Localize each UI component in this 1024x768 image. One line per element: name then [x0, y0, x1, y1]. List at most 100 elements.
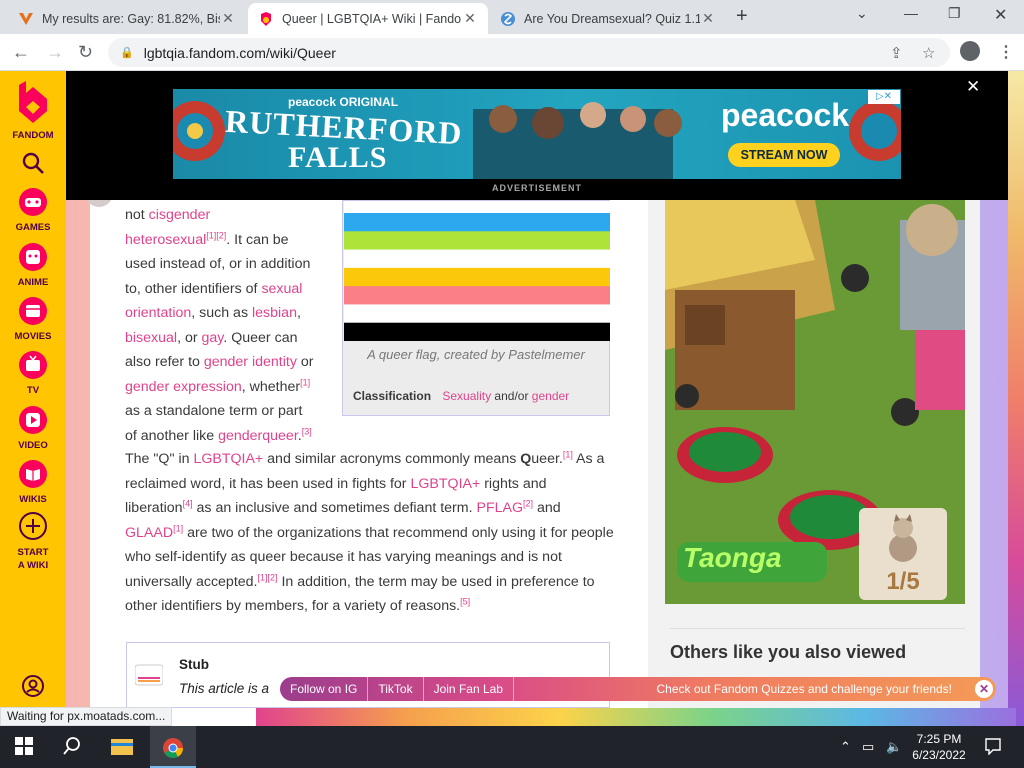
citation-link[interactable]: [1] — [563, 449, 573, 459]
nav-label: GAMES — [15, 222, 51, 233]
article-link[interactable]: genderqueer — [218, 428, 298, 444]
nav-anime[interactable]: ANIME — [0, 242, 66, 288]
close-icon[interactable]: ✕ — [975, 680, 993, 698]
nav-tv[interactable]: TV — [0, 350, 66, 396]
plus-circle-icon — [19, 512, 47, 540]
citation-link[interactable]: [5] — [460, 596, 470, 606]
peacock-ad-banner[interactable]: peacock ORIGINAL RUTHERFORD FALLS peacoc… — [173, 89, 901, 179]
join-fan-lab-link[interactable]: Join Fan Lab — [424, 677, 514, 701]
file-explorer-icon[interactable] — [111, 737, 133, 755]
stub-text: This article is a — [179, 681, 270, 696]
fandom-global-nav: FANDOM GAMES ANIME MOVIES TV VIDEO WIKIS — [0, 71, 66, 726]
reload-icon[interactable]: ↻ — [78, 42, 93, 63]
close-window-button[interactable]: ✕ — [994, 5, 1007, 25]
fandom-logo-text: FANDOM — [12, 130, 54, 141]
url-text: lgbtqia.fandom.com/wiki/Queer — [143, 44, 336, 61]
article-text: not — [125, 207, 149, 223]
notifications-icon[interactable] — [984, 737, 1002, 755]
follow-ig-link[interactable]: Follow on IG — [280, 677, 369, 701]
classification-conj: and/or — [494, 389, 529, 403]
adchoices-icon[interactable]: ▷✕ — [868, 90, 900, 104]
flag-stripe — [344, 231, 610, 251]
chrome-icon[interactable] — [162, 737, 184, 759]
article-link[interactable]: orientation — [125, 305, 191, 321]
tab-dreamsexual[interactable]: Are You Dreamsexual? Quiz 1.19/ ✕ — [490, 3, 726, 34]
citation-link[interactable]: [3] — [302, 426, 312, 436]
rainbow-edge — [1008, 71, 1024, 726]
citation-link[interactable]: [1] — [173, 523, 183, 533]
article-link[interactable]: PFLAG — [476, 500, 523, 516]
fandom-logo[interactable]: FANDOM — [0, 79, 66, 141]
browser-menu-icon[interactable]: ⋮ — [998, 42, 1014, 62]
tab-results[interactable]: My results are: Gay: 81.82%, Bise ✕ — [8, 3, 246, 34]
article-link[interactable]: gender expression — [125, 379, 242, 395]
clock-time: 7:25 PM — [916, 732, 962, 746]
nav-video[interactable]: VIDEO — [0, 405, 66, 451]
article-link[interactable]: lesbian — [252, 305, 297, 321]
volume-icon[interactable]: 🔈 — [886, 739, 902, 755]
profile-avatar[interactable] — [960, 41, 980, 61]
page-viewport: FANDOM GAMES ANIME MOVIES TV VIDEO WIKIS — [0, 71, 1024, 726]
tab-search-icon[interactable]: ⌄ — [856, 5, 868, 22]
user-account-button[interactable] — [0, 674, 66, 703]
close-ad-icon[interactable]: ✕ — [966, 77, 980, 97]
article-link[interactable]: gender identity — [204, 354, 297, 370]
game-advertisement[interactable]: Taonga 1/5 — [665, 200, 965, 604]
nav-start-a-wiki[interactable]: START A WIKI — [0, 511, 66, 572]
article-text: , or — [177, 329, 202, 346]
close-icon[interactable]: ✕ — [700, 10, 716, 27]
show-hidden-icons-icon[interactable]: ⌃ — [840, 739, 851, 755]
article-link[interactable]: sexual — [261, 281, 302, 297]
article-paragraph: The "Q" in LGBTQIA+ and similar acronyms… — [125, 447, 615, 619]
article-link[interactable]: LGBTQIA+ — [410, 476, 480, 492]
queer-flag-image — [344, 201, 610, 341]
url-field[interactable]: 🔒 lgbtqia.fandom.com/wiki/Queer — [108, 38, 950, 67]
tab-title: My results are: Gay: 81.82%, Bise — [42, 11, 220, 26]
article-link[interactable]: gay — [202, 330, 224, 346]
article-link[interactable]: LGBTQIA+ — [193, 451, 263, 467]
article-text: , — [296, 305, 301, 321]
ad-cta-button[interactable]: STREAM NOW — [728, 143, 840, 167]
game-counter: 1/5 — [859, 508, 947, 600]
flag-stripe — [344, 304, 610, 324]
promo-message[interactable]: Check out Fandom Quizzes and challenge y… — [657, 677, 953, 701]
article-link[interactable]: heterosexual — [125, 232, 206, 248]
citation-link[interactable]: [1] — [300, 377, 310, 387]
windows-start-icon[interactable] — [15, 737, 33, 755]
article-text: and similar acronyms commonly means — [263, 451, 521, 467]
sexuality-link[interactable]: Sexuality — [442, 389, 491, 403]
citation-link[interactable]: [1][2] — [206, 230, 226, 240]
lock-icon: 🔒 — [120, 47, 134, 59]
nav-label: TV — [26, 385, 40, 396]
nav-games[interactable]: GAMES — [0, 187, 66, 233]
share-icon[interactable]: ⇪ — [890, 44, 903, 62]
back-icon[interactable]: ← — [12, 42, 30, 63]
citation-link[interactable]: [2] — [523, 498, 533, 508]
fandom-logo-icon — [19, 81, 47, 123]
gender-link[interactable]: gender — [532, 389, 569, 403]
right-rail: Taonga 1/5 Others like you also viewed — [648, 200, 980, 726]
nav-movies[interactable]: MOVIES — [0, 296, 66, 342]
search-button[interactable] — [0, 151, 66, 180]
nav-wikis[interactable]: WIKIS — [0, 459, 66, 505]
article-link[interactable]: bisexual — [125, 330, 177, 346]
article-link[interactable]: GLAAD — [125, 525, 173, 541]
new-tab-button[interactable]: + — [736, 5, 748, 28]
search-icon[interactable] — [63, 737, 81, 755]
citation-link[interactable]: [4] — [183, 498, 193, 508]
bookmark-star-icon[interactable]: ☆ — [922, 44, 935, 62]
article-text: as a standalone term or part — [125, 403, 303, 419]
article-line: of another like genderqueer.[3] — [125, 424, 625, 449]
nav-label: ANIME — [17, 277, 49, 288]
restore-button[interactable]: ❐ — [948, 5, 961, 22]
close-icon[interactable]: ✕ — [220, 10, 236, 27]
network-icon[interactable]: ▭ — [862, 739, 874, 755]
minimize-button[interactable]: — — [904, 5, 918, 21]
tiktok-link[interactable]: TikTok — [368, 677, 424, 701]
citation-link[interactable]: [1][2] — [258, 572, 278, 582]
taskbar-clock[interactable]: 7:25 PM 6/23/2022 — [906, 731, 972, 763]
article-link[interactable]: cisgender — [149, 207, 211, 223]
tab-queer[interactable]: Queer | LGBTQIA+ Wiki | Fandom ✕ — [248, 3, 488, 34]
forward-icon[interactable]: → — [46, 42, 64, 63]
close-icon[interactable]: ✕ — [462, 10, 478, 27]
